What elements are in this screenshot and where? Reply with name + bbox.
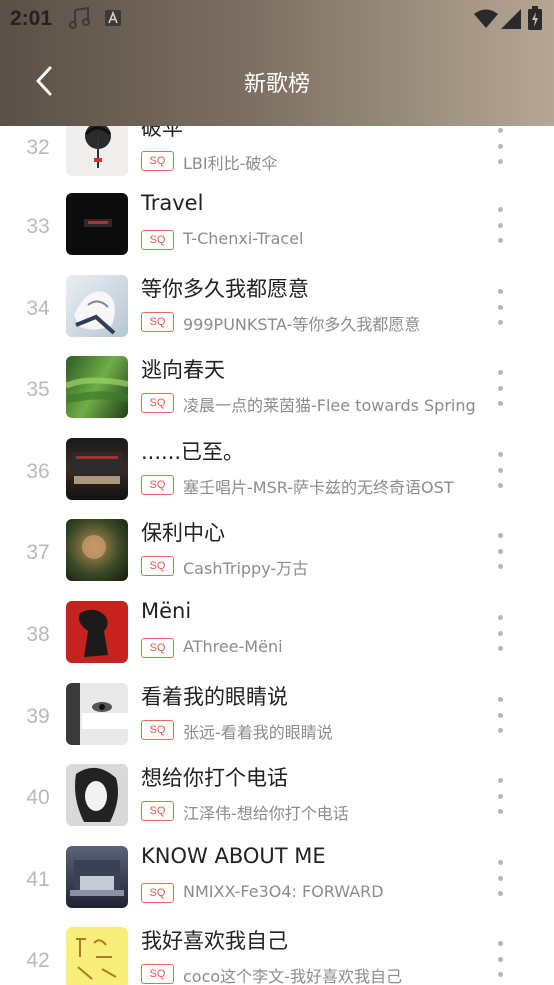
album-cover[interactable] [66, 193, 128, 255]
more-options-icon[interactable] [486, 124, 514, 168]
artist-album: NMIXX-Fe3O4: FORWARD [183, 882, 384, 901]
album-cover[interactable] [66, 764, 128, 826]
artist-album: 张远-看着我的眼睛说 [183, 723, 333, 742]
sq-badge: SQ [141, 312, 174, 332]
rank-number: 39 [26, 705, 50, 728]
song-title: ......已至。 [141, 440, 245, 464]
sq-badge: SQ [141, 964, 174, 984]
list-item[interactable]: 41 KNOW ABOUT ME SQ NMIXX-Fe3O4: FORWARD [0, 844, 554, 928]
song-list[interactable]: 32 破伞 SQ LBI利比-破伞 33 Travel SQ T-Chenxi-… [0, 0, 554, 985]
sq-badge: SQ [141, 638, 174, 658]
album-cover[interactable] [66, 519, 128, 581]
artist-album: CashTrippy-万古 [183, 559, 309, 578]
rank-number: 35 [26, 378, 50, 401]
sq-badge: SQ [141, 883, 174, 903]
sq-badge: SQ [141, 801, 174, 821]
album-cover[interactable] [66, 356, 128, 418]
song-title: 看着我的眼睛说 [141, 685, 288, 709]
album-cover[interactable] [66, 275, 128, 337]
album-cover[interactable] [66, 683, 128, 745]
rank-number: 38 [26, 623, 50, 646]
battery-charging-icon [528, 6, 542, 30]
list-item[interactable]: 38 Mëni SQ AThree-Mëni [0, 599, 554, 683]
app-header: 2:01 新歌榜 [0, 0, 554, 126]
artist-album: LBI利比-破伞 [183, 154, 278, 173]
album-cover[interactable] [66, 438, 128, 500]
more-options-icon[interactable] [486, 529, 514, 573]
rank-number: 33 [26, 215, 50, 238]
list-item[interactable]: 33 Travel SQ T-Chenxi-Tracel [0, 191, 554, 275]
artist-album: 凌晨一点的莱茵猫-Flee towards Spring [183, 396, 476, 415]
rank-number: 36 [26, 460, 50, 483]
list-item[interactable]: 37 保利中心 SQ CashTrippy-万古 [0, 519, 554, 601]
sq-badge: SQ [141, 393, 174, 413]
notification-a-icon [105, 10, 121, 26]
album-cover[interactable] [66, 601, 128, 663]
sq-badge: SQ [141, 230, 174, 250]
song-title: Travel [141, 191, 204, 215]
album-cover[interactable] [66, 927, 128, 985]
more-options-icon[interactable] [486, 203, 514, 247]
more-options-icon[interactable] [486, 285, 514, 329]
more-options-icon[interactable] [486, 937, 514, 981]
more-options-icon[interactable] [486, 611, 514, 655]
rank-number: 34 [26, 297, 50, 320]
more-options-icon[interactable] [486, 366, 514, 410]
status-time: 2:01 [10, 7, 53, 30]
music-note-icon [69, 6, 90, 29]
song-title: Mëni [141, 599, 192, 623]
song-title: KNOW ABOUT ME [141, 844, 326, 868]
rank-number: 40 [26, 786, 50, 809]
more-options-icon[interactable] [486, 448, 514, 492]
sq-badge: SQ [141, 151, 174, 171]
list-item[interactable]: 40 想给你打个电话 SQ 江泽伟-想给你打个电话 [0, 764, 554, 846]
song-title: 逃向春天 [141, 358, 225, 382]
title-bar: 新歌榜 [0, 48, 554, 114]
song-title: 等你多久我都愿意 [141, 277, 309, 301]
sq-badge: SQ [141, 475, 174, 495]
artist-album: 999PUNKSTA-等你多久我都愿意 [183, 315, 421, 334]
sq-badge: SQ [141, 556, 174, 576]
status-bar: 2:01 [0, 0, 554, 38]
artist-album: 塞壬唱片-MSR-萨卡兹的无终奇语OST [183, 478, 454, 497]
album-cover[interactable] [66, 846, 128, 908]
song-title: 我好喜欢我自己 [141, 929, 288, 953]
more-options-icon[interactable] [486, 774, 514, 818]
artist-album: coco这个李文-我好喜欢我自己 [183, 967, 402, 985]
song-title: 保利中心 [141, 521, 225, 545]
rank-number: 37 [26, 541, 50, 564]
list-item[interactable]: 39 看着我的眼睛说 SQ 张远-看着我的眼睛说 [0, 683, 554, 765]
list-item[interactable]: 32 破伞 SQ LBI利比-破伞 [0, 114, 554, 196]
more-options-icon[interactable] [486, 856, 514, 900]
list-item[interactable]: 35 逃向春天 SQ 凌晨一点的莱茵猫-Flee towards Spring [0, 356, 554, 438]
rank-number: 41 [26, 868, 50, 891]
song-title: 想给你打个电话 [141, 766, 288, 790]
sq-badge: SQ [141, 720, 174, 740]
list-item[interactable]: 42 我好喜欢我自己 SQ coco这个李文-我好喜欢我自己 [0, 927, 554, 985]
list-item[interactable]: 34 等你多久我都愿意 SQ 999PUNKSTA-等你多久我都愿意 [0, 275, 554, 357]
cellular-signal-icon [501, 9, 521, 29]
rank-number: 42 [26, 949, 50, 972]
list-item[interactable]: 36 ......已至。 SQ 塞壬唱片-MSR-萨卡兹的无终奇语OST [0, 438, 554, 520]
artist-album: 江泽伟-想给你打个电话 [183, 804, 349, 823]
artist-album: AThree-Mëni [183, 637, 283, 656]
rank-number: 32 [26, 136, 50, 159]
wifi-icon [474, 9, 498, 28]
artist-album: T-Chenxi-Tracel [183, 229, 304, 248]
more-options-icon[interactable] [486, 693, 514, 737]
page-title: 新歌榜 [243, 72, 310, 97]
